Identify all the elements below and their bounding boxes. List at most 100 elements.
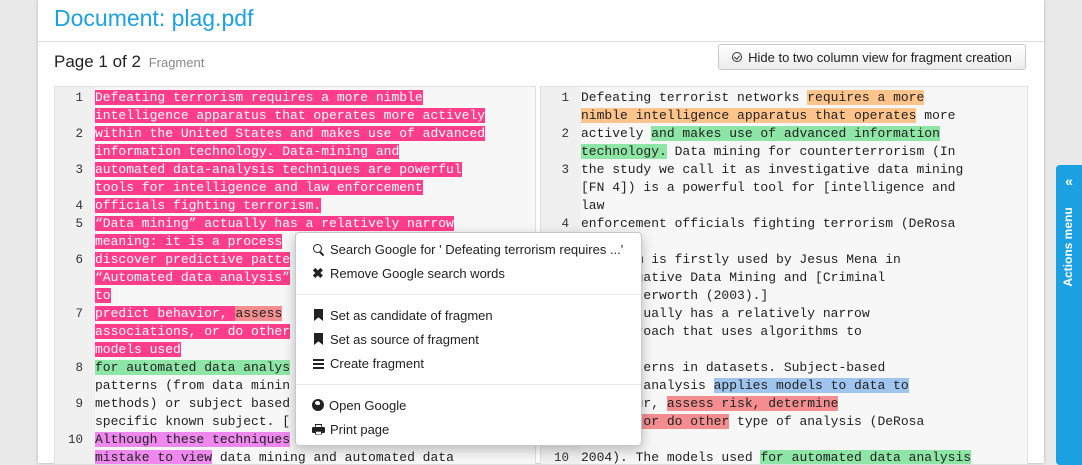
highlight-pink: associations, or do other [95,324,291,339]
line-text[interactable]: information technology. Data-mining and [95,143,400,161]
print-icon [312,423,325,436]
line-text[interactable]: to [95,287,111,305]
text-line: 2 within the United States and makes use … [55,125,535,143]
line-text[interactable]: nimble intelligence apparatus that opera… [581,107,955,125]
toggle-column-view-button[interactable]: Hide to two column view for fragment cre… [718,44,1026,70]
line-text[interactable]: Defeating terrorism requires a more nimb… [95,89,423,107]
menu-item-print-page[interactable]: Print page [312,419,389,439]
menu-item-remove-search-words[interactable]: ✖ Remove Google search words [312,263,505,283]
plain-text: specific known subject. [ [95,414,291,429]
text-line: 3 the study we call it as investigative d… [541,161,1027,179]
text-line: 10 2004). The models used for automated d… [541,449,1027,464]
highlight-pink: within the United States and makes use o… [95,126,486,141]
menu-item-label: Open Google [329,397,407,413]
line-number: 3 [561,163,569,177]
line-text[interactable]: automated data-analysis techniques are p… [95,161,462,179]
plain-text: 2004). The models used [581,450,761,464]
line-number: 5 [75,217,83,231]
line-number: 9 [75,397,83,411]
highlight-pink: automated data-analysis techniques are p… [95,162,462,177]
highlight-pink: officials fighting terrorism. [95,198,322,213]
menu-item-search-google[interactable]: Search Google for ' Defeating terrorism … [312,239,623,259]
line-text[interactable]: actively and makes use of advanced infor… [581,125,940,143]
line-number: 6 [75,253,83,267]
menu-item-set-candidate[interactable]: Set as candidate of fragmen [312,305,493,325]
line-number: 3 [75,163,83,177]
line-text[interactable]: officials fighting terrorism. [95,197,322,215]
line-text[interactable]: technology. Data mining for counterterro… [581,143,955,161]
text-line: 3 automated data-analysis techniques are … [55,161,535,179]
line-text[interactable]: specific known subject. [ [95,413,290,431]
text-line: 4 enforcement officials fighting terroris… [541,215,1027,233]
line-text[interactable]: methods) or subject based [95,395,290,413]
globe-icon [312,399,324,411]
highlight-green: for automated data analys [95,360,291,375]
plain-text: Data mining for counterterrorism (In [666,144,956,159]
highlight-orange: requires a more [807,90,925,105]
highlight-violet: mistake to view [95,450,213,464]
line-text[interactable]: meaning: it is a process [95,233,283,251]
menu-item-label: Print page [330,421,390,437]
plain-text: [FN 4]) is a powerful tool for [intellig… [581,180,956,195]
check-circle-icon [732,52,743,62]
line-text[interactable]: “Automated data analysis” [95,269,291,287]
line-number: 8 [75,361,83,375]
line-text[interactable]: for automated data analys [95,359,291,377]
highlight-violet: Although these techniques [95,432,291,447]
plain-text: data mining and automated data [212,450,454,464]
line-text[interactable]: associations, or do other [95,323,291,341]
line-text[interactable]: patterns (from data minin [95,377,290,395]
highlight-pink: models used [95,342,181,357]
line-text[interactable]: models used [95,341,181,359]
text-line: technology. Data mining for counterterro… [541,143,1027,161]
highlight-green: technology. [581,144,667,159]
line-text[interactable]: “Data mining” actually has a relatively … [95,215,454,233]
line-text[interactable]: the study we call it as investigative da… [581,161,963,179]
menu-item-open-google[interactable]: Open Google [312,395,406,415]
page-indicator: Page 1 of 2 Fragment [54,52,204,72]
line-number: 10 [67,433,83,447]
plain-text: enforcement officials fighting terrorism… [581,216,956,231]
line-number: 1 [75,91,83,105]
menu-item-create-fragment[interactable]: Create fragment [312,353,424,373]
text-line: 4 officials fighting terrorism. [55,197,535,215]
line-text[interactable]: Although these techniques [95,431,291,449]
line-text[interactable]: intelligence apparatus that operates mor… [95,107,486,125]
text-line: intelligence apparatus that operates mor… [55,107,535,125]
line-text[interactable]: [FN 4]) is a powerful tool for [intellig… [581,179,955,197]
page-title: Document: plag.pdf [54,5,254,31]
plain-text: actively [581,126,652,141]
text-line: [FN 4]) is a powerful tool for [intellig… [541,179,1027,197]
menu-divider [296,384,641,385]
menu-item-set-source[interactable]: Set as source of fragment [312,329,479,349]
line-text[interactable]: tools for intelligence and law enforceme… [95,179,423,197]
line-number: 10 [553,451,569,464]
line-number: 4 [561,217,569,231]
line-number: 2 [561,127,569,141]
line-text[interactable]: law [581,197,604,215]
actions-menu-tab[interactable]: « Actions menu [1056,165,1082,465]
line-number: 2 [75,127,83,141]
actions-menu-label: Actions menu [1061,207,1075,287]
line-text[interactable]: 2004). The models used for automated dat… [581,449,972,464]
highlight-red: assess risk, determine [666,396,839,411]
line-number: 1 [561,91,569,105]
highlight-red: assess [235,306,283,321]
title-divider [38,41,1044,42]
line-text[interactable]: Defeating terrorist networks requires a … [581,89,925,107]
line-text[interactable]: within the United States and makes use o… [95,125,486,143]
line-text[interactable]: discover predictive patte [95,251,291,269]
text-line: information technology. Data-mining and [55,143,535,161]
plain-text: methods) or subject based [95,396,291,411]
plain-text: patterns (from data minin [95,378,291,393]
highlight-pink: information technology. Data-mining and [95,144,400,159]
plain-text: the study we call it as investigative da… [581,162,964,177]
highlight-pink: meaning: it is a process [95,234,283,249]
text-line: 5 “Data mining” actually has a relatively… [55,215,535,233]
close-icon: ✖ [312,264,324,281]
line-text[interactable]: enforcement officials fighting terrorism… [581,215,955,233]
highlight-pink: “Data mining” actually has a relatively … [95,216,454,231]
line-text[interactable]: predict behavior, assess [95,305,283,323]
line-text[interactable]: mistake to view data mining and automate… [95,449,454,464]
highlight-green: and makes use of advanced information [651,126,940,141]
